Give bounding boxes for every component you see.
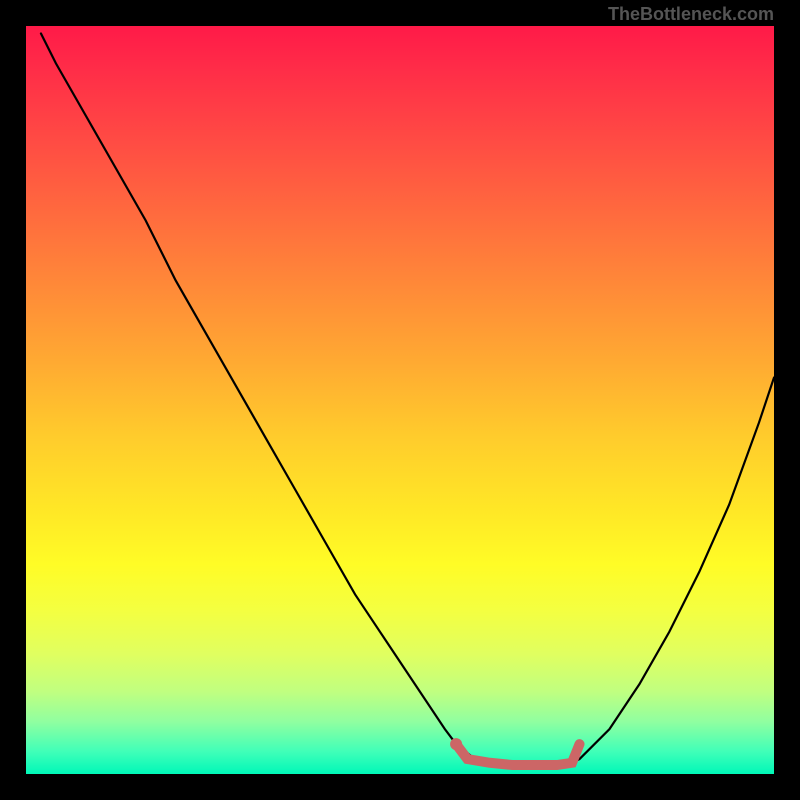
highlight-dot — [450, 738, 462, 750]
attribution-text: TheBottleneck.com — [608, 4, 774, 25]
highlight-segment — [456, 744, 579, 765]
plot-area — [26, 26, 774, 774]
curve-svg — [26, 26, 774, 774]
bottleneck-curve — [41, 33, 774, 766]
chart-root: TheBottleneck.com — [0, 0, 800, 800]
